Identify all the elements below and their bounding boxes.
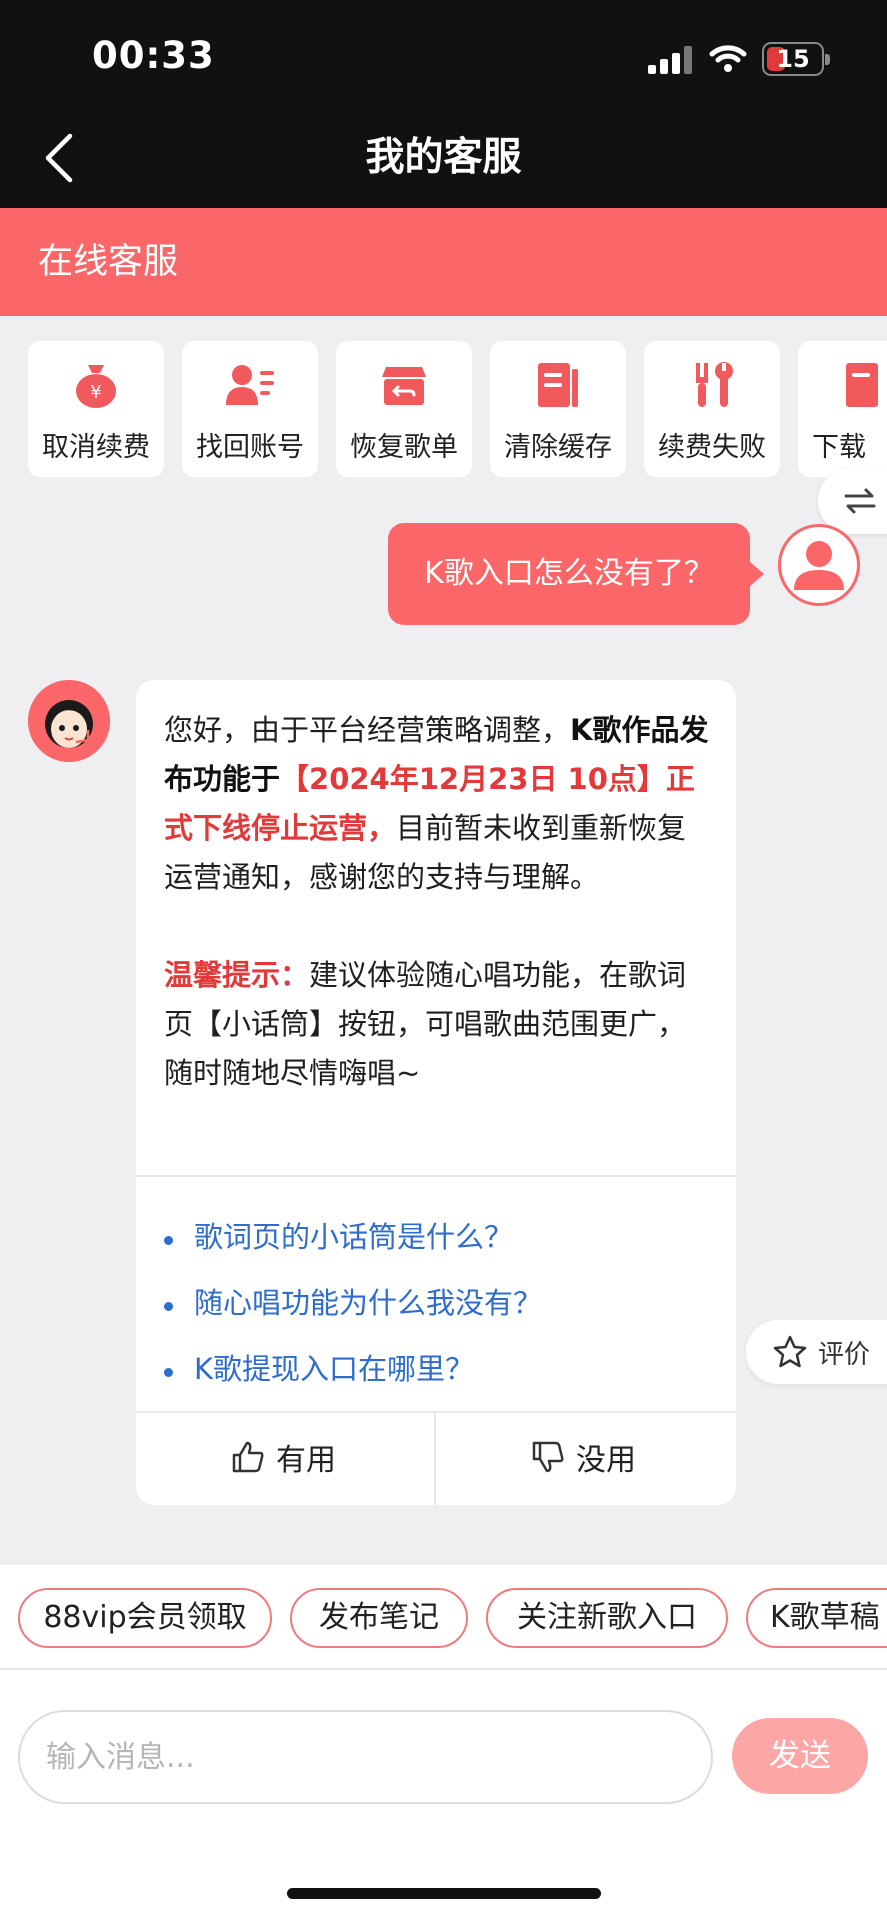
message-input[interactable] xyxy=(44,1726,688,1788)
star-icon xyxy=(773,1335,807,1368)
chip-vip[interactable]: 88vip会员领取 xyxy=(18,1588,272,1648)
rate-button[interactable]: 评价 xyxy=(746,1320,887,1384)
tile-label: 续费失败 xyxy=(658,432,766,463)
document-icon xyxy=(846,363,878,407)
bullet xyxy=(164,1302,173,1311)
useful-button[interactable]: 有用 xyxy=(136,1413,434,1505)
question-text[interactable]: K歌提现入口在哪里？ xyxy=(194,1346,474,1388)
tile-label: 恢复歌单 xyxy=(350,432,458,463)
agent-paragraph-1: 您好，由于平台经营策略调整，K歌作品发布功能于【2024年12月23日 10点】… xyxy=(164,706,712,902)
text-plain: 您好，由于平台经营策略调整， xyxy=(164,713,571,747)
tile-restore-playlist[interactable]: 恢复歌单 xyxy=(336,341,472,477)
question-text[interactable]: 歌词页的小话筒是什么？ xyxy=(194,1214,513,1256)
suggested-question[interactable]: 随心唱功能为什么我没有？ xyxy=(164,1276,712,1336)
divider xyxy=(136,1175,736,1177)
document-icon xyxy=(538,363,578,407)
battery-icon: 15 xyxy=(762,42,830,76)
chip-label: 关注新歌入口 xyxy=(517,1600,697,1635)
chip-k-drafts[interactable]: K歌草稿 xyxy=(746,1588,887,1648)
page-title: 我的客服 xyxy=(365,135,522,180)
agent-message-card: 您好，由于平台经营策略调整，K歌作品发布功能于【2024年12月23日 10点】… xyxy=(136,680,736,1505)
bullet xyxy=(164,1368,173,1377)
bullet xyxy=(164,1236,173,1245)
send-label: 发送 xyxy=(769,1738,831,1774)
money-bag-icon: ¥ xyxy=(76,365,116,408)
rate-label: 评价 xyxy=(818,1340,871,1370)
signal-icon xyxy=(648,46,692,74)
restore-box-icon xyxy=(382,367,426,405)
tip-label: 温馨提示： xyxy=(164,958,310,992)
swap-arrows-icon xyxy=(844,488,876,514)
tile-label: 清除缓存 xyxy=(504,432,612,463)
home-indicator[interactable] xyxy=(287,1888,601,1899)
agent-avatar xyxy=(28,680,110,762)
tile-label: 取消续费 xyxy=(42,432,150,463)
tile-clear-cache[interactable]: 清除缓存 xyxy=(490,341,626,477)
user-message-text: K歌入口怎么没有了？ xyxy=(424,556,714,591)
tile-recover-account[interactable]: 找回账号 xyxy=(182,341,318,477)
chip-follow-new-songs[interactable]: 关注新歌入口 xyxy=(486,1588,728,1648)
account-card-icon xyxy=(226,365,274,405)
useless-button[interactable]: 没用 xyxy=(436,1413,734,1505)
thumbs-down-icon xyxy=(532,1441,564,1473)
chip-label: 88vip会员领取 xyxy=(43,1600,247,1635)
tile-renewal-failed[interactable]: 续费失败 xyxy=(644,341,780,477)
tile-label: 下载 xyxy=(812,432,866,463)
tools-icon xyxy=(696,362,733,407)
battery-level: 15 xyxy=(776,45,810,73)
agent-face-icon xyxy=(28,680,110,762)
user-avatar xyxy=(778,524,860,606)
tile-label: 找回账号 xyxy=(196,432,304,463)
useless-label: 没用 xyxy=(576,1443,636,1478)
useful-label: 有用 xyxy=(276,1443,336,1478)
online-service-label: 在线客服 xyxy=(38,242,179,282)
divider xyxy=(0,1668,887,1670)
chip-post-note[interactable]: 发布笔记 xyxy=(290,1588,468,1648)
send-button[interactable]: 发送 xyxy=(732,1718,868,1794)
agent-paragraph-2: 温馨提示：建议体验随心唱功能，在歌词页【小话筒】按钮，可唱歌曲范围更广，随时随地… xyxy=(164,951,712,1098)
user-silhouette-icon xyxy=(781,527,857,603)
tile-cancel-renewal[interactable]: ¥ 取消续费 xyxy=(28,341,164,477)
question-text[interactable]: 随心唱功能为什么我没有？ xyxy=(194,1280,542,1322)
tile-download[interactable]: 下载 xyxy=(798,341,887,477)
agent-message-body: 您好，由于平台经营策略调整，K歌作品发布功能于【2024年12月23日 10点】… xyxy=(164,706,712,1098)
status-time: 00:33 xyxy=(92,34,215,77)
chip-label: 发布笔记 xyxy=(319,1600,439,1635)
quick-actions: ¥ 取消续费 找回账号 恢复歌单 清除缓存 续费失败 下载 xyxy=(0,341,887,479)
thumbs-up-icon xyxy=(232,1441,264,1473)
message-input-wrap[interactable] xyxy=(18,1710,713,1804)
svg-text:¥: ¥ xyxy=(90,382,101,403)
wifi-icon xyxy=(709,45,747,72)
chip-label: K歌草稿 xyxy=(770,1600,880,1635)
suggested-question[interactable]: 歌词页的小话筒是什么？ xyxy=(164,1210,712,1270)
suggested-question[interactable]: K歌提现入口在哪里？ xyxy=(164,1342,712,1402)
